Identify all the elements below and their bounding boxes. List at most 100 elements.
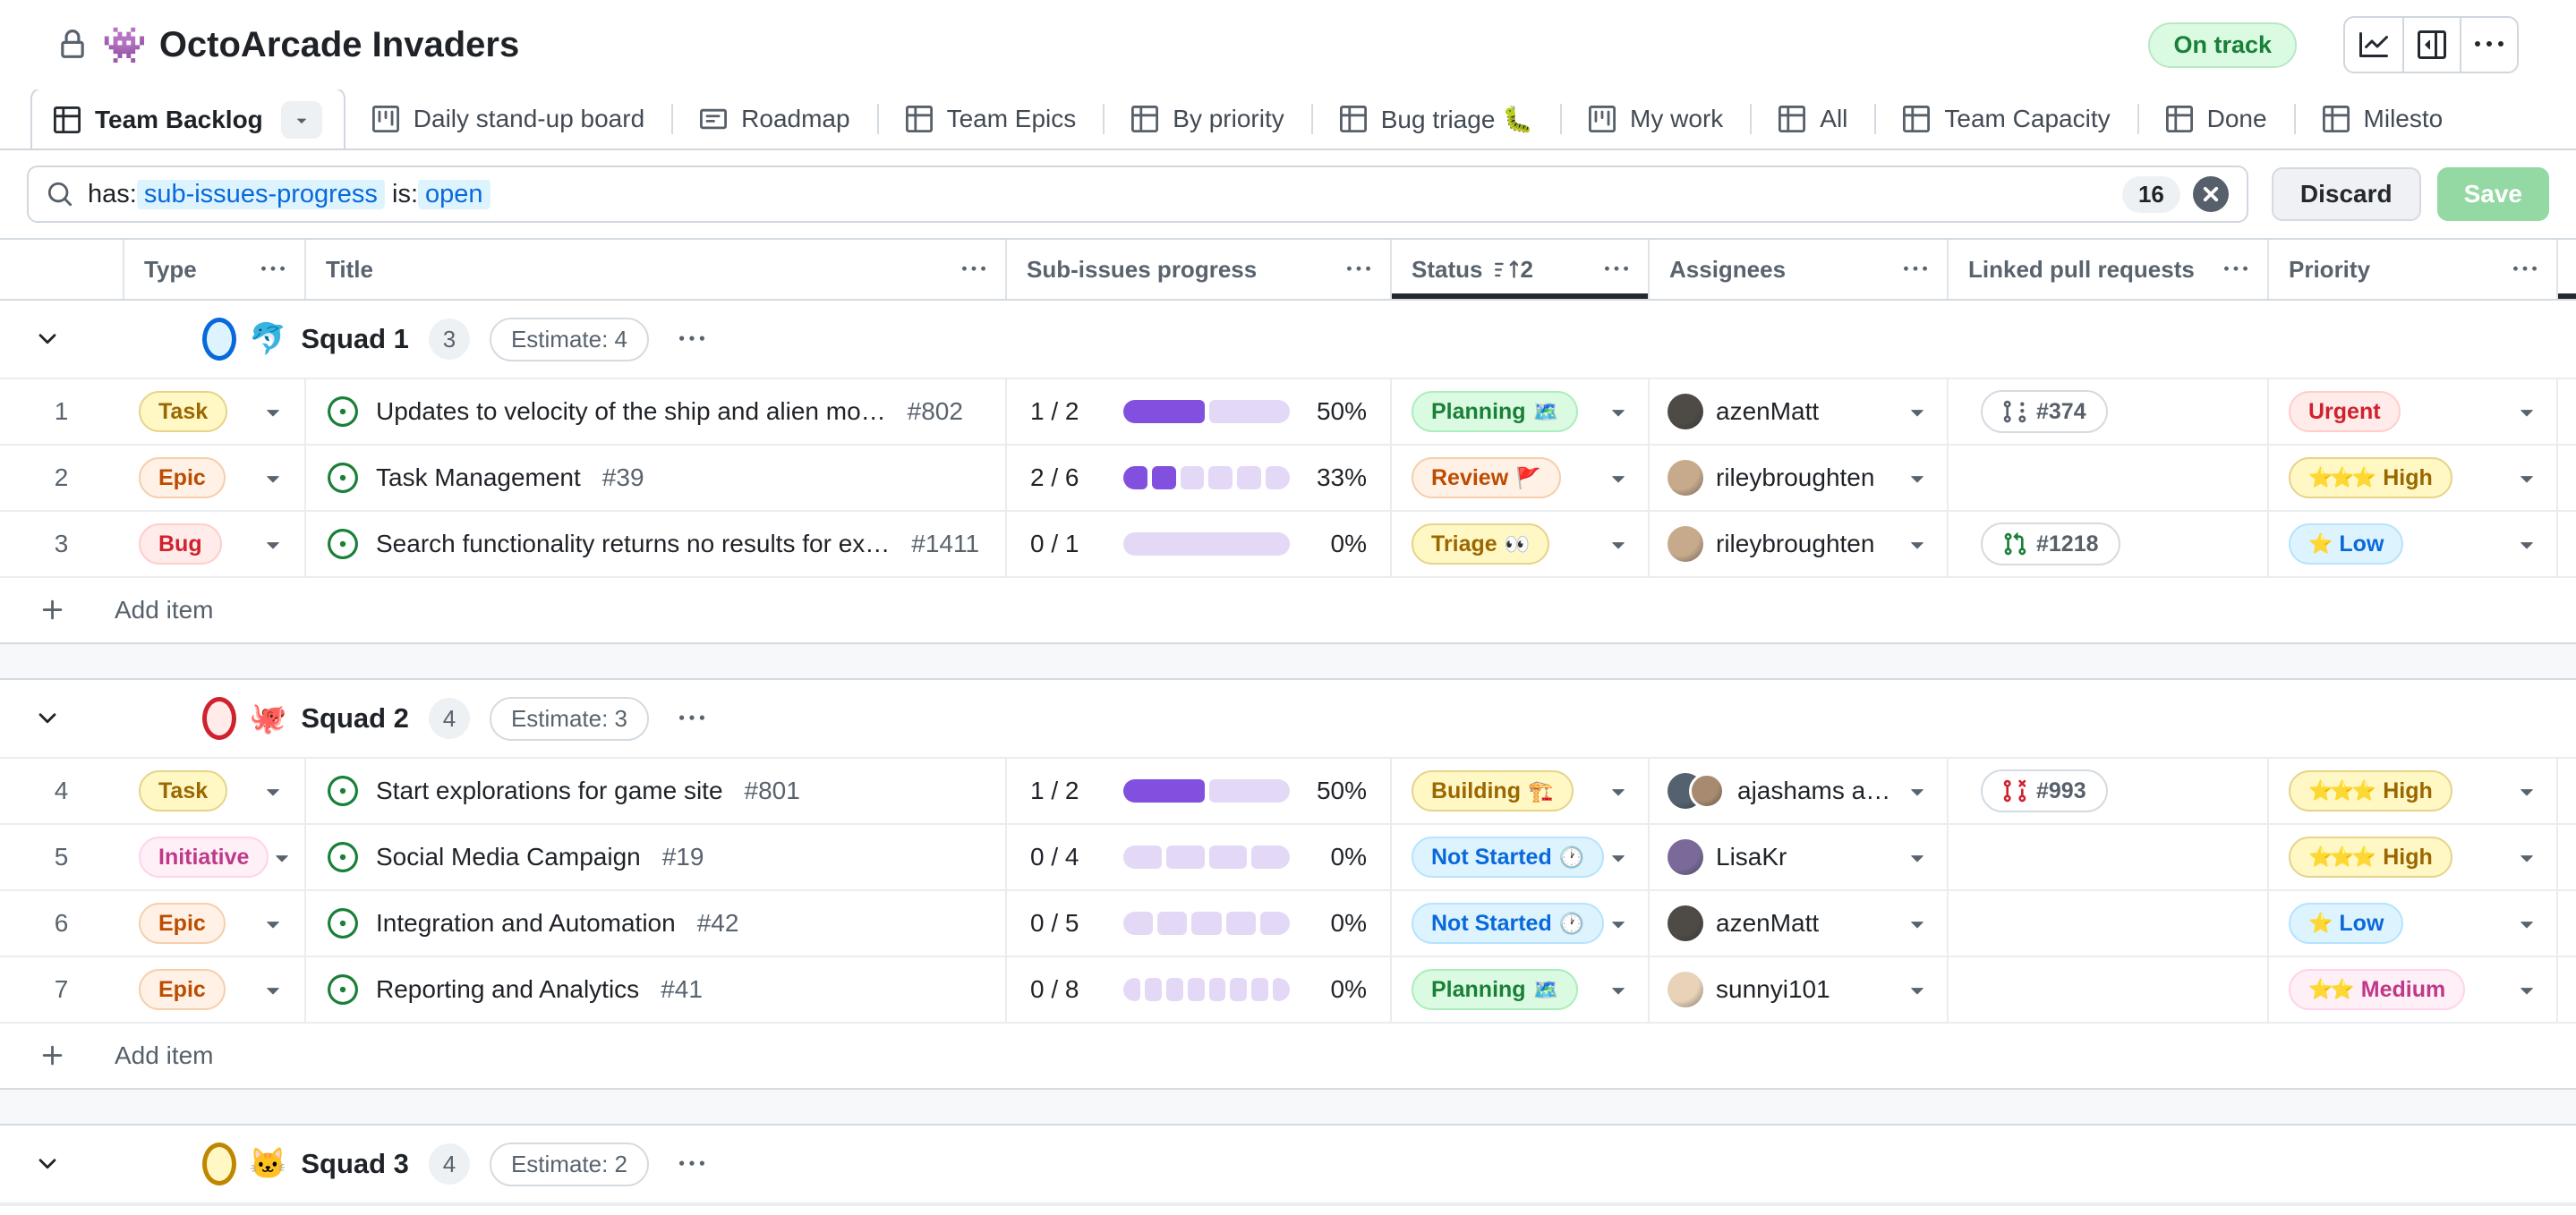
status-cell[interactable]: Planning🗺️: [1390, 379, 1648, 444]
column-header-priority[interactable]: Priority: [2267, 240, 2556, 299]
group-menu-icon[interactable]: [679, 327, 704, 352]
assignees-cell[interactable]: sunnyi101: [1648, 957, 1947, 1022]
issue-title[interactable]: Search functionality returns no results …: [376, 530, 890, 558]
tab-by-priority[interactable]: By priority: [1105, 89, 1310, 149]
tab-milestones[interactable]: Milesto: [2296, 89, 2470, 149]
status-cell[interactable]: Building🏗️: [1390, 759, 1648, 823]
column-header-linked-prs[interactable]: Linked pull requests: [1947, 240, 2267, 299]
linked-pr-cell[interactable]: #993: [1947, 759, 2267, 823]
type-cell[interactable]: Epic: [123, 446, 304, 510]
triangle-down-icon[interactable]: [2513, 398, 2540, 425]
type-pill[interactable]: Epic: [139, 969, 226, 1010]
status-pill[interactable]: Triage👀: [1412, 523, 1549, 565]
triangle-down-icon[interactable]: [2513, 976, 2540, 1003]
issue-title[interactable]: Social Media Campaign: [376, 843, 641, 871]
triangle-down-icon[interactable]: [260, 976, 286, 1003]
title-cell[interactable]: Social Media Campaign #19: [304, 825, 1005, 889]
linked-pr-cell[interactable]: #1218: [1947, 512, 2267, 576]
avatar-stack[interactable]: [1668, 526, 1703, 562]
assignees-cell[interactable]: ajashams and…: [1648, 759, 1947, 823]
title-cell[interactable]: Search functionality returns no results …: [304, 512, 1005, 576]
group-header[interactable]: 🐱 Squad 3 4 Estimate: 2: [0, 1126, 2576, 1204]
type-cell[interactable]: Task: [123, 379, 304, 444]
type-pill[interactable]: Epic: [139, 903, 226, 944]
priority-cell[interactable]: ⭐⭐Medium: [2267, 957, 2556, 1022]
title-cell[interactable]: Task Management #39: [304, 446, 1005, 510]
tab-bug-triage[interactable]: Bug triage 🐛: [1313, 89, 1560, 149]
triangle-down-icon[interactable]: [1904, 464, 1931, 491]
status-cell[interactable]: Not Started🕐: [1390, 825, 1648, 889]
group-header[interactable]: 🐬 Squad 1 3 Estimate: 4: [0, 301, 2576, 379]
tab-team-backlog[interactable]: Team Backlog: [30, 89, 345, 150]
triangle-down-icon[interactable]: [1605, 910, 1632, 937]
priority-pill[interactable]: ⭐⭐⭐High: [2289, 457, 2452, 498]
triangle-down-icon[interactable]: [1904, 531, 1931, 557]
side-panel-button[interactable]: [2402, 18, 2460, 72]
type-pill[interactable]: Task: [139, 770, 227, 811]
triangle-down-icon[interactable]: [2513, 777, 2540, 804]
project-menu-button[interactable]: [2460, 18, 2517, 72]
clear-filter-button[interactable]: [2193, 176, 2229, 212]
tab-team-epics[interactable]: Team Epics: [879, 89, 1104, 149]
filter-input[interactable]: has:sub-issues-progress is:open 16: [27, 166, 2248, 223]
triangle-down-icon[interactable]: [1904, 398, 1931, 425]
triangle-down-icon[interactable]: [1605, 777, 1632, 804]
triangle-down-icon[interactable]: [1904, 844, 1931, 871]
tab-team-capacity[interactable]: Team Capacity: [1876, 89, 2137, 149]
triangle-down-icon[interactable]: [1605, 398, 1632, 425]
tab-my-work[interactable]: My work: [1562, 89, 1750, 149]
type-cell[interactable]: Bug: [123, 512, 304, 576]
status-pill[interactable]: Not Started🕐: [1412, 837, 1604, 878]
triangle-down-icon[interactable]: [1605, 464, 1632, 491]
issue-title[interactable]: Reporting and Analytics: [376, 975, 639, 1004]
assignees-cell[interactable]: LisaKr: [1648, 825, 1947, 889]
triangle-down-icon[interactable]: [260, 398, 286, 425]
avatar-stack[interactable]: [1668, 839, 1703, 875]
linked-pr-pill[interactable]: #993: [1981, 769, 2108, 812]
priority-cell[interactable]: Urgent: [2267, 379, 2556, 444]
status-pill[interactable]: Review🚩: [1412, 457, 1561, 498]
type-cell[interactable]: Epic: [123, 957, 304, 1022]
title-cell[interactable]: Updates to velocity of the ship and alie…: [304, 379, 1005, 444]
triangle-down-icon[interactable]: [1605, 976, 1632, 1003]
assignees-cell[interactable]: rileybroughten: [1648, 446, 1947, 510]
status-pill[interactable]: Not Started🕐: [1412, 903, 1604, 944]
linked-pr-pill[interactable]: #1218: [1981, 523, 2120, 565]
title-cell[interactable]: Reporting and Analytics #41: [304, 957, 1005, 1022]
type-cell[interactable]: Initiative: [123, 825, 304, 889]
type-pill[interactable]: Epic: [139, 457, 226, 498]
status-cell[interactable]: Planning🗺️: [1390, 957, 1648, 1022]
triangle-down-icon[interactable]: [2513, 531, 2540, 557]
priority-cell[interactable]: ⭐⭐⭐High: [2267, 446, 2556, 510]
insights-button[interactable]: [2345, 18, 2402, 72]
triangle-down-icon[interactable]: [269, 844, 295, 871]
tab-all[interactable]: All: [1752, 89, 1874, 149]
triangle-down-icon[interactable]: [2513, 464, 2540, 491]
tab-roadmap[interactable]: Roadmap: [673, 89, 876, 149]
group-menu-icon[interactable]: [679, 706, 704, 731]
type-pill[interactable]: Bug: [139, 523, 222, 565]
issue-title[interactable]: Updates to velocity of the ship and alie…: [376, 397, 886, 426]
priority-cell[interactable]: ⭐Low: [2267, 512, 2556, 576]
avatar-stack[interactable]: [1668, 972, 1703, 1007]
add-item-button[interactable]: Add item: [0, 1024, 2576, 1090]
avatar-stack[interactable]: [1668, 394, 1703, 429]
group-menu-icon[interactable]: [679, 1151, 704, 1177]
status-badge[interactable]: On track: [2148, 22, 2297, 68]
linked-pr-cell[interactable]: [1947, 825, 2267, 889]
avatar-stack[interactable]: [1668, 773, 1725, 809]
status-pill[interactable]: Building🏗️: [1412, 770, 1574, 811]
issue-title[interactable]: Integration and Automation: [376, 909, 676, 938]
assignees-cell[interactable]: azenMatt: [1648, 379, 1947, 444]
triangle-down-icon[interactable]: [2513, 844, 2540, 871]
priority-pill[interactable]: ⭐⭐⭐High: [2289, 837, 2452, 878]
linked-pr-cell[interactable]: [1947, 446, 2267, 510]
column-header-status[interactable]: Status 2: [1390, 240, 1648, 299]
tab-daily-stand-up-board[interactable]: Daily stand-up board: [345, 89, 671, 149]
column-header-subissues[interactable]: Sub-issues progress: [1005, 240, 1390, 299]
group-header[interactable]: 🐙 Squad 2 4 Estimate: 3: [0, 680, 2576, 759]
column-header-title[interactable]: Title: [304, 240, 1005, 299]
triangle-down-icon[interactable]: [1904, 777, 1931, 804]
filter-query[interactable]: has:sub-issues-progress is:open: [88, 180, 490, 209]
triangle-down-icon[interactable]: [1904, 910, 1931, 937]
